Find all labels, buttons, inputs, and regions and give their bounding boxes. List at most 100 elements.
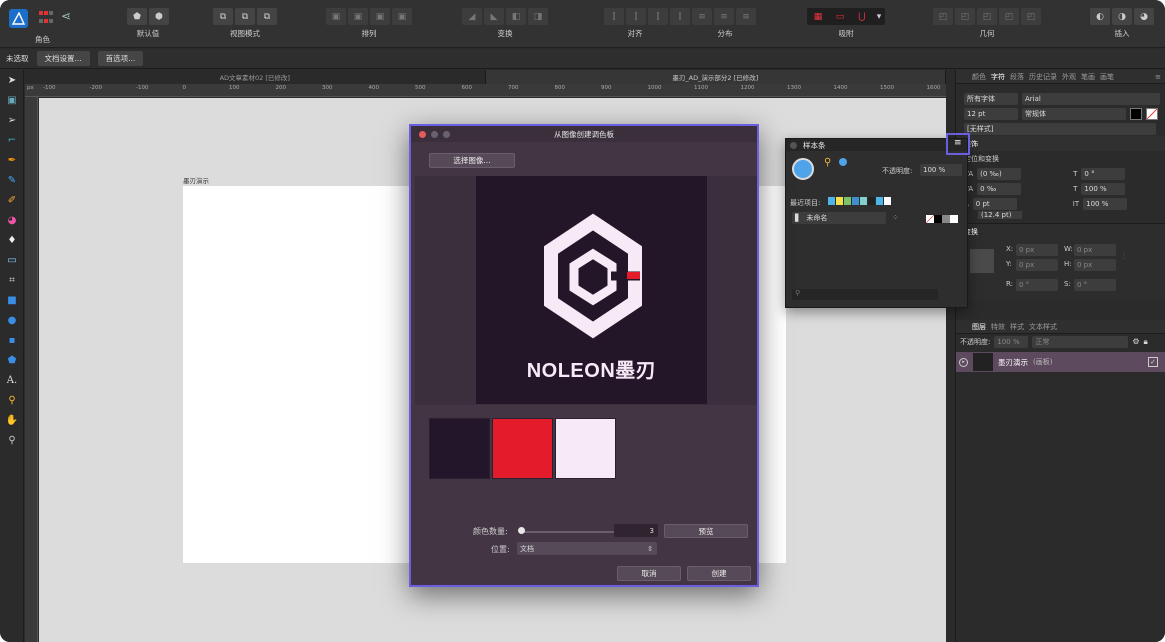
move-tool-icon[interactable]: ➤ xyxy=(0,70,24,90)
insert-inside-icon[interactable]: ◕ xyxy=(1134,8,1154,25)
text-style-select[interactable]: [无样式] xyxy=(964,122,1156,135)
rotate-right-icon[interactable]: ◣ xyxy=(484,8,504,25)
link-icon[interactable]: ⫶ xyxy=(1123,252,1125,262)
geometry-intersect-icon[interactable]: ◰ xyxy=(977,8,997,25)
leading-field[interactable]: (12.4 pt) xyxy=(978,211,1022,219)
hand-tool-icon[interactable]: ✋ xyxy=(0,410,24,430)
h-field[interactable]: 0 px xyxy=(1074,259,1116,271)
recent-color-swatch[interactable] xyxy=(852,197,859,205)
sync-defaults-icon[interactable]: ⬢ xyxy=(149,8,169,25)
palette-swatch[interactable] xyxy=(429,418,490,479)
baseline-field[interactable]: 0 pt xyxy=(972,197,1017,210)
horizontal-scale-field[interactable]: 100 % xyxy=(1083,197,1128,210)
rectangle-tool-icon[interactable]: ■ xyxy=(0,290,24,310)
view-mode-1-icon[interactable]: ⧉ xyxy=(213,8,233,25)
insert-top-icon[interactable]: ◑ xyxy=(1112,8,1132,25)
tab-history[interactable]: 历史记录 xyxy=(1027,72,1059,82)
x-field[interactable]: 0 px xyxy=(1016,244,1058,256)
text-stroke-swatch[interactable] xyxy=(1146,107,1158,120)
palette-swatch[interactable] xyxy=(555,418,616,479)
recent-color-swatch[interactable] xyxy=(868,197,875,205)
tab-color[interactable]: 颜色 xyxy=(970,72,988,82)
recent-color-swatch[interactable] xyxy=(876,197,883,205)
vector-brush-icon[interactable]: ✐ xyxy=(0,190,24,210)
select-image-button[interactable]: 选择图像... xyxy=(429,153,515,168)
flip-horizontal-icon[interactable]: ◧ xyxy=(506,8,526,25)
color-count-slider-handle[interactable] xyxy=(518,527,525,534)
arrange-front-icon[interactable]: ▣ xyxy=(392,8,412,25)
pen-tool-icon[interactable]: ✒ xyxy=(0,150,24,170)
geometry-xor-icon[interactable]: ◰ xyxy=(999,8,1019,25)
tab-paragraph[interactable]: 段落 xyxy=(1008,72,1026,82)
palette-swatch[interactable] xyxy=(492,418,553,479)
view-mode-2-icon[interactable]: ⧉ xyxy=(235,8,255,25)
tab-layers[interactable]: 图层 xyxy=(970,322,988,332)
create-button[interactable]: 创建 xyxy=(687,566,751,581)
palette-options-icon[interactable]: ⁘ xyxy=(892,213,899,222)
align-middle-icon[interactable]: ≡ xyxy=(714,8,734,25)
eyedropper-icon[interactable]: ⚲ xyxy=(824,157,831,168)
recent-color-swatch[interactable] xyxy=(860,197,867,205)
snap-dropdown-icon[interactable]: ▾ xyxy=(874,8,884,25)
recent-color-swatch[interactable] xyxy=(844,197,851,205)
tab-appearance[interactable]: 外观 xyxy=(1060,72,1078,82)
align-bottom-icon[interactable]: ≡ xyxy=(736,8,756,25)
snap-ruler-icon[interactable]: ▭ xyxy=(830,8,850,25)
recent-color-swatch[interactable] xyxy=(836,197,843,205)
rotate-left-icon[interactable]: ◢ xyxy=(462,8,482,25)
persona-export-icon[interactable]: ⋖ xyxy=(61,9,79,27)
ruler-horizontal[interactable]: px -100 -200 -100 0 100 200 300 400 500 600 700 800… xyxy=(25,84,946,97)
align-top-icon[interactable]: ≡ xyxy=(692,8,712,25)
shear-field[interactable]: 0 ° xyxy=(1081,167,1126,180)
font-style-select[interactable]: 常规体 xyxy=(1022,107,1126,120)
font-family-select[interactable]: Arial xyxy=(1022,92,1160,105)
swatch-search-field[interactable]: ⚲ xyxy=(792,289,938,300)
layer-row[interactable]: ▸ 墨刃演示 (画板) ✓ xyxy=(956,352,1165,372)
vertical-scale-field[interactable]: 100 % xyxy=(1081,182,1126,195)
pencil-tool-icon[interactable]: ✎ xyxy=(0,170,24,190)
arrange-back-icon[interactable]: ▣ xyxy=(326,8,346,25)
place-image-icon[interactable]: ▭ xyxy=(0,250,24,270)
section-position-transform[interactable]: 定位和变换 xyxy=(964,154,999,164)
align-left-icon[interactable]: ⫿ xyxy=(604,8,624,25)
layer-expand-icon[interactable]: ▸ xyxy=(959,357,968,367)
text-tool-icon[interactable]: A. xyxy=(0,370,24,390)
layer-settings-icon[interactable]: ⚙ xyxy=(1132,337,1139,346)
distribute-h-icon[interactable]: ⫿ xyxy=(670,8,690,25)
geometry-divide-icon[interactable]: ◰ xyxy=(1021,8,1041,25)
swatch-opacity-field[interactable]: 100 % xyxy=(920,164,962,176)
color-picker-icon[interactable]: ⚲ xyxy=(0,390,24,410)
anchor-selector[interactable] xyxy=(970,249,994,273)
text-fill-swatch[interactable] xyxy=(1130,107,1142,120)
blend-mode-select[interactable]: 正常 xyxy=(1032,335,1129,348)
kerning-field[interactable]: (0 ‰) xyxy=(977,167,1022,180)
insert-behind-icon[interactable]: ◐ xyxy=(1090,8,1110,25)
layer-lock-icon[interactable]: 🔒︎ xyxy=(1144,337,1148,347)
flip-vertical-icon[interactable]: ◨ xyxy=(528,8,548,25)
fill-tool-icon[interactable]: ◕ xyxy=(0,210,24,230)
panel-menu-icon[interactable]: ≡ xyxy=(1153,73,1165,81)
ruler-vertical[interactable] xyxy=(25,97,38,642)
zoom-tool-icon[interactable]: ⚲ xyxy=(0,430,24,450)
view-mode-3-icon[interactable]: ⧉ xyxy=(257,8,277,25)
tab-styles[interactable]: 样式 xyxy=(1008,322,1026,332)
color-count-field[interactable]: 3 xyxy=(614,524,658,537)
cancel-button[interactable]: 取消 xyxy=(617,566,681,581)
font-collection-select[interactable]: 所有字体 xyxy=(964,92,1018,105)
rounded-rect-tool-icon[interactable]: ▪ xyxy=(0,330,24,350)
artboard-tool-icon[interactable]: ▣ xyxy=(0,90,24,110)
snap-magnet-icon[interactable]: ⋃ xyxy=(852,8,872,25)
arrange-backward-icon[interactable]: ▣ xyxy=(348,8,368,25)
w-field[interactable]: 0 px xyxy=(1074,244,1116,256)
snap-grid-icon[interactable]: ▦ xyxy=(808,8,828,25)
persona-pixel-icon[interactable] xyxy=(37,9,55,27)
doc-tab-1[interactable]: AD文章素材02 [已修改] xyxy=(25,70,486,84)
tab-brushes[interactable]: 画笔 xyxy=(1098,72,1116,82)
shape-tool-icon[interactable]: ⬟ xyxy=(0,350,24,370)
tab-stroke[interactable]: 笔画 xyxy=(1079,72,1097,82)
doc-tab-2[interactable]: 墨刃_AD_演示部分2 [已修改] xyxy=(485,70,946,84)
node-tool-icon[interactable]: ➢ xyxy=(0,110,24,130)
preview-button[interactable]: 预览 xyxy=(664,524,748,538)
layer-visible-checkbox[interactable]: ✓ xyxy=(1148,357,1158,367)
geometry-subtract-icon[interactable]: ◰ xyxy=(955,8,975,25)
